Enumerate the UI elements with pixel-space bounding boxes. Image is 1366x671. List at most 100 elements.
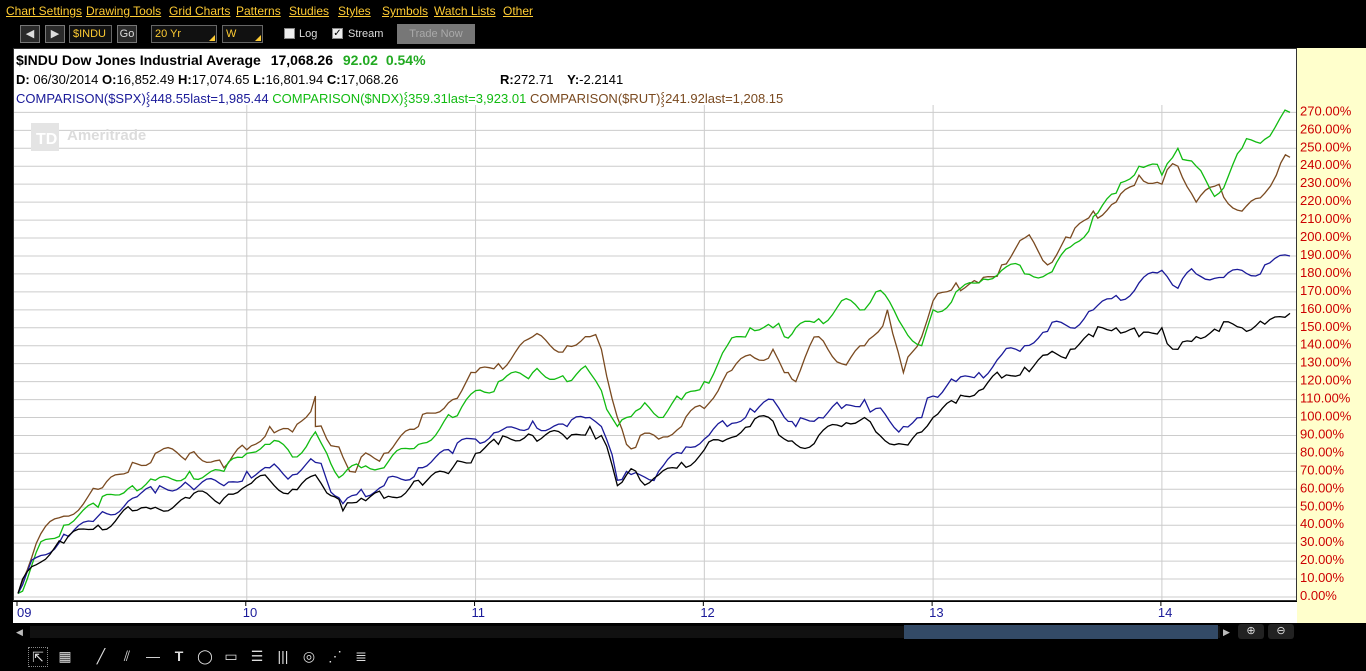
pencil-icon[interactable]: ╱ [92, 647, 110, 665]
watermark-text: Ameritrade [67, 127, 146, 144]
x-tick-label: 13 [929, 605, 943, 620]
chart-header: $INDU Dow Jones Industrial Average 17,06… [16, 52, 784, 106]
forward-button[interactable]: ▶ [45, 25, 65, 43]
ellipse-icon[interactable]: ◯ [196, 647, 214, 665]
y-tick-label: 60.00% [1300, 480, 1345, 495]
fib-arc-icon[interactable]: ◎ [300, 647, 318, 665]
y-tick-label: 100.00% [1300, 409, 1352, 424]
symbol-description: $INDU Dow Jones Industrial Average [16, 52, 261, 68]
comparison-spx-label[interactable]: COMPARISON($SPX) [16, 91, 146, 106]
y-tick-label: 140.00% [1300, 337, 1352, 352]
dropdown-corner-icon [255, 35, 261, 41]
x-tick-label: 14 [1158, 605, 1172, 620]
menu-other[interactable]: Other [503, 4, 533, 18]
y-tick-label: 230.00% [1300, 175, 1352, 190]
low-value: 16,801.94 [265, 72, 324, 87]
y-tick-label: 260.00% [1300, 121, 1352, 136]
y-value: -2.2141 [579, 72, 624, 87]
interval-select[interactable]: W [222, 25, 263, 43]
y-tick-label: 220.00% [1300, 193, 1352, 208]
symbol-input[interactable]: $INDU [69, 25, 112, 43]
checkmark-icon: ✓ [333, 28, 342, 39]
gann-icon[interactable]: ≣ [352, 647, 370, 665]
watermark: TD Ameritrade [31, 123, 146, 151]
comparison-rut-label[interactable]: COMPARISON($RUT) [530, 91, 660, 106]
trade-now-button[interactable]: Trade Now [397, 24, 475, 44]
chart-panel[interactable]: TD Ameritrade [13, 48, 1297, 601]
net-change: 92.02 [342, 52, 378, 68]
date-value: 06/30/2014 [33, 72, 99, 87]
menu-chart-settings[interactable]: Chart Settings [6, 4, 82, 18]
time-cycles-icon[interactable]: ||| [274, 647, 292, 665]
rectangle-icon[interactable]: ▭ [222, 647, 240, 665]
y-tick-label: 210.00% [1300, 211, 1352, 226]
scroll-thumb[interactable] [904, 625, 1218, 639]
y-tick-label: 20.00% [1300, 552, 1345, 567]
zoom-in-icon[interactable]: ⊕ [1238, 624, 1264, 639]
y-label: Y: [567, 72, 580, 87]
parallel-lines-icon[interactable]: ⫽ [118, 647, 136, 665]
menu-styles[interactable]: Styles [338, 4, 371, 18]
comparison-spx-stats: 448.55last=1,985.44 [150, 91, 269, 106]
y-tick-label: 50.00% [1300, 498, 1345, 513]
interval-value: W [226, 28, 237, 40]
arrow-right-icon: ▶ [50, 28, 60, 40]
y-tick-label: 120.00% [1300, 373, 1352, 388]
y-tick-label: 250.00% [1300, 139, 1352, 154]
high-label: H: [177, 72, 192, 87]
menu-symbols[interactable]: Symbols [382, 4, 428, 18]
back-button[interactable]: ◀ [20, 25, 40, 43]
x-axis-ticks: 09 10 11 12 13 14 [16, 602, 1172, 620]
series-line-rut [17, 153, 1291, 594]
y-tick-label: 0.00% [1300, 588, 1337, 603]
go-button[interactable]: Go [117, 25, 137, 43]
open-label: O: [102, 72, 117, 87]
y-tick-label: 130.00% [1300, 355, 1352, 370]
x-axis[interactable]: 09 10 11 12 13 14 [13, 601, 1297, 623]
period-value: 20 Yr [155, 28, 182, 40]
menu-watch-lists[interactable]: Watch Lists [434, 4, 496, 18]
low-label: L: [253, 72, 266, 87]
menu-drawing-tools[interactable]: Drawing Tools [86, 4, 161, 18]
y-tick-label: 150.00% [1300, 319, 1352, 334]
fan-lines-icon[interactable]: ⋰ [326, 647, 344, 665]
y-tick-label: 110.00% [1300, 391, 1351, 406]
chart-toolbar: ◀ ▶ $INDU Go 20 Yr W Log ✓ Stream [0, 21, 1366, 48]
td-logo-text: TD [36, 131, 57, 148]
comparison-ndx-label[interactable]: COMPARISON($NDX) [272, 91, 403, 106]
y-tick-label: 180.00% [1300, 265, 1352, 280]
left-margin [0, 48, 13, 623]
grid-lines [14, 105, 1296, 600]
data-box-icon[interactable]: ▦ [56, 647, 74, 665]
comparison-rut-stats: 241.92last=1,208.15 [665, 91, 784, 106]
menu-patterns[interactable]: Patterns [236, 4, 281, 18]
cursor-select-icon[interactable]: ⇱ [28, 647, 48, 667]
zoom-out-icon[interactable]: ⊖ [1268, 624, 1294, 639]
range-value: 272.71 [513, 72, 554, 87]
y-tick-label: 40.00% [1300, 516, 1345, 531]
y-axis[interactable]: 0.00% 10.00% 20.00% 30.00% 40.00% 50.00% 60.00… [1297, 48, 1366, 623]
log-label: Log [299, 28, 318, 40]
y-tick-label: 200.00% [1300, 229, 1352, 244]
y-tick-label: 240.00% [1300, 157, 1352, 172]
scroll-left-icon[interactable]: ◀ [16, 626, 26, 638]
arrow-left-icon: ◀ [25, 28, 35, 40]
menu-grid-charts[interactable]: Grid Charts [169, 4, 230, 18]
x-tick-label: 12 [700, 605, 714, 620]
y-tick-label: 90.00% [1300, 426, 1345, 441]
text-tool-icon[interactable]: T [170, 647, 188, 665]
x-tick-label: 11 [472, 605, 486, 620]
date-label: D: [16, 72, 30, 87]
scroll-right-icon[interactable]: ▶ [1223, 626, 1233, 638]
period-select[interactable]: 20 Yr [151, 25, 217, 43]
y-tick-label: 270.00% [1300, 103, 1352, 118]
stream-checkbox[interactable]: ✓ [332, 28, 343, 39]
comparison-ndx-stats: 359.31last=3,923.01 [408, 91, 527, 106]
horizontal-line-icon[interactable]: — [144, 647, 162, 665]
log-checkbox[interactable] [284, 28, 295, 39]
high-value: 17,074.65 [191, 72, 250, 87]
stream-label: Stream [348, 28, 384, 40]
close-label: C: [326, 72, 341, 87]
fibonacci-icon[interactable]: ☰ [248, 647, 266, 665]
menu-studies[interactable]: Studies [289, 4, 329, 18]
